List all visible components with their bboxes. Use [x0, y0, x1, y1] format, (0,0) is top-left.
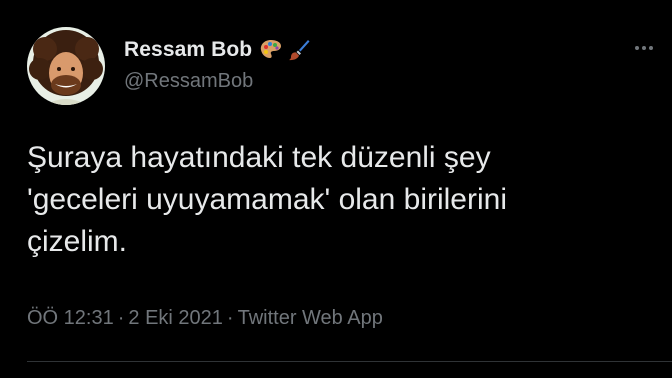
avatar[interactable]	[27, 27, 105, 105]
more-dot-icon	[635, 46, 639, 50]
more-dot-icon	[642, 46, 646, 50]
tweet-time[interactable]: ÖÖ 12:31	[27, 307, 114, 329]
tweet-card: Ressam Bob @RessamBob Şuraya hayatındaki…	[0, 0, 672, 378]
tweet-text-line: Şuraya hayatındaki tek düzenli şey	[27, 141, 491, 174]
tweet-meta: ÖÖ 12:31 · 2 Eki 2021 · Twitter Web App	[27, 307, 383, 330]
meta-separator: ·	[117, 307, 125, 329]
meta-separator: ·	[226, 307, 234, 329]
paintbrush-icon	[287, 38, 311, 62]
tweet-text-line: çizelim.	[27, 225, 128, 258]
tweet-source[interactable]: Twitter Web App	[238, 307, 383, 329]
more-options-button[interactable]	[628, 36, 660, 60]
tweet-date[interactable]: 2 Eki 2021	[128, 307, 223, 329]
more-dot-icon	[649, 46, 653, 50]
user-name-row: Ressam Bob	[124, 36, 311, 64]
bob-ross-portrait	[27, 27, 105, 105]
user-handle[interactable]: @RessamBob	[124, 70, 253, 93]
artist-palette-icon	[259, 38, 283, 62]
tweet-text-line: 'geceleri uyuyamamak' olan birilerini	[27, 183, 507, 216]
tweet-text: Şuraya hayatındaki tek düzenli şey 'gece…	[27, 137, 657, 263]
divider	[27, 361, 672, 362]
display-name[interactable]: Ressam Bob	[124, 38, 252, 62]
